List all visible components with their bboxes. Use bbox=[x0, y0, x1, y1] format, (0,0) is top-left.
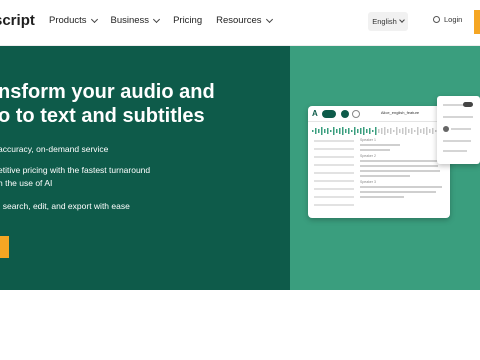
speaker-label: Speaker 1 bbox=[360, 138, 376, 142]
nav-business[interactable]: Business bbox=[110, 15, 161, 26]
chevron-down-icon bbox=[153, 15, 161, 23]
hero-bullet-accuracy: accuracy, on-demand service bbox=[0, 144, 109, 154]
toggle-icon bbox=[463, 102, 473, 107]
nav-business-label: Business bbox=[110, 15, 150, 26]
settings-line bbox=[443, 140, 471, 142]
language-selector[interactable]: English bbox=[368, 12, 408, 31]
transcript-line bbox=[360, 191, 436, 193]
language-label: English bbox=[372, 17, 397, 26]
user-icon bbox=[433, 16, 440, 23]
transcript-line bbox=[360, 149, 390, 151]
chevron-down-icon bbox=[398, 17, 405, 23]
login-link[interactable]: Login bbox=[433, 15, 462, 24]
hero-title: nsform your audio and o to text and subt… bbox=[0, 81, 215, 127]
chevron-down-icon bbox=[265, 15, 273, 23]
settings-line bbox=[443, 150, 467, 152]
timeline-line bbox=[314, 196, 354, 198]
nav-products-label: Products bbox=[49, 15, 87, 26]
slider-knob-icon bbox=[443, 126, 449, 132]
timeline-line bbox=[314, 172, 354, 174]
nav-pricing-label: Pricing bbox=[173, 15, 203, 26]
nav-resources[interactable]: Resources bbox=[216, 15, 273, 26]
settings-line bbox=[451, 128, 471, 130]
transcript-line bbox=[360, 170, 440, 172]
transcript-line bbox=[360, 175, 410, 177]
nav-pricing[interactable]: Pricing bbox=[173, 15, 202, 26]
speaker-label: Speaker 3 bbox=[360, 180, 376, 184]
circle-icon bbox=[352, 110, 360, 118]
settings-line bbox=[443, 104, 465, 106]
transcript-line bbox=[360, 144, 400, 146]
speaker-label: Speaker 2 bbox=[360, 154, 376, 158]
timeline-line bbox=[314, 180, 354, 182]
transcript-line bbox=[360, 196, 404, 198]
timeline-line bbox=[314, 140, 354, 142]
editor-pill bbox=[322, 110, 336, 118]
hero-bullet-pricing: etitive pricing with the fastest turnaro… bbox=[0, 165, 151, 188]
timeline-line bbox=[314, 164, 354, 166]
settings-line bbox=[443, 116, 473, 118]
nav-products[interactable]: Products bbox=[49, 15, 98, 26]
hero-cta-button[interactable] bbox=[0, 236, 9, 258]
product-screenshot: A Alice_english_feature Speaker 1 Speake… bbox=[308, 106, 450, 218]
chevron-down-icon bbox=[90, 15, 98, 23]
transcript-panel: Speaker 1 Speaker 2 Speaker 3 bbox=[360, 136, 444, 201]
main-nav: Products Business Pricing Resources bbox=[49, 15, 286, 26]
timeline-line bbox=[314, 156, 354, 158]
logo[interactable]: script bbox=[0, 12, 35, 29]
timeline-line bbox=[314, 204, 354, 206]
transcript-line bbox=[360, 186, 442, 188]
play-icon bbox=[341, 110, 349, 118]
editor-file-name: Alice_english_feature bbox=[380, 110, 420, 115]
hero-bullet-edit: , search, edit, and export with ease bbox=[0, 201, 130, 211]
header-cta-button[interactable] bbox=[474, 10, 480, 34]
editor-toolbar: A Alice_english_feature bbox=[308, 106, 450, 122]
transcript-line bbox=[360, 160, 442, 162]
nav-resources-label: Resources bbox=[216, 15, 262, 26]
transcript-line bbox=[360, 165, 438, 167]
timeline-line bbox=[314, 148, 354, 150]
timeline-column bbox=[314, 140, 359, 212]
settings-panel-mockup bbox=[437, 96, 480, 164]
audio-waveform bbox=[312, 127, 443, 135]
editor-logo: A bbox=[312, 109, 318, 118]
login-label: Login bbox=[444, 15, 463, 24]
timeline-line bbox=[314, 188, 354, 190]
top-navbar: script Products Business Pricing Resourc… bbox=[0, 0, 480, 46]
